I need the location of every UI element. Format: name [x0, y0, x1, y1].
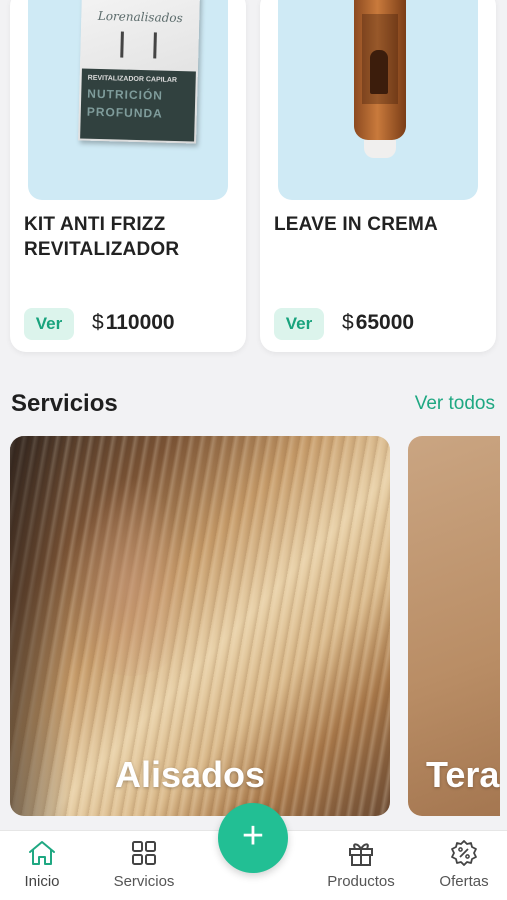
currency-symbol: $	[92, 311, 104, 334]
gift-icon	[349, 843, 373, 866]
currency-symbol: $	[342, 311, 354, 334]
view-button[interactable]: Ver	[24, 308, 74, 340]
add-button[interactable]: +	[218, 803, 288, 873]
product-price: $110000	[92, 311, 175, 335]
home-icon	[29, 841, 55, 865]
nav-item-productos[interactable]: Productos	[318, 831, 404, 900]
service-label: Alisados	[115, 754, 266, 795]
product-image: Lorenalisados REVITALIZADOR CAPILAR NUTR…	[28, 0, 228, 200]
product-price: $65000	[342, 311, 414, 335]
product-title: KIT ANTI FRIZZ REVITALIZADOR	[24, 214, 180, 260]
plus-icon: +	[241, 815, 265, 857]
service-label: Tera	[426, 754, 500, 795]
nav-label: Productos	[327, 873, 395, 890]
product-brand-text: Lorenalisados	[97, 8, 183, 26]
product-line-2: NUTRICIÓN	[87, 86, 164, 103]
nav-item-inicio[interactable]: Inicio	[14, 831, 70, 900]
product-card[interactable]: LEAVE IN CREMA Ver $65000	[260, 0, 496, 352]
product-line-3: PROFUNDA	[86, 104, 163, 121]
nav-label: Inicio	[24, 873, 60, 890]
screen-edge	[500, 0, 507, 830]
section-title: Servicios	[11, 390, 118, 417]
hair-graphic	[120, 31, 157, 59]
product-card[interactable]: Lorenalisados REVITALIZADOR CAPILAR NUTR…	[10, 0, 246, 352]
nav-item-servicios[interactable]: Servicios	[104, 831, 184, 900]
bottle-cap	[364, 140, 396, 158]
nav-label: Ofertas	[439, 873, 489, 890]
service-card-alisados[interactable]: Alisados	[10, 436, 390, 816]
discount-icon	[451, 840, 477, 866]
price-value: 65000	[355, 311, 415, 334]
product-title: LEAVE IN CREMA	[274, 214, 438, 235]
see-all-link[interactable]: Ver todos	[415, 393, 495, 415]
product-line-1: REVITALIZADOR CAPILAR	[87, 74, 178, 84]
grid-icon	[132, 841, 156, 865]
nav-item-ofertas[interactable]: Ofertas	[430, 831, 498, 900]
product-bottle-image	[354, 0, 406, 158]
service-photo	[70, 476, 190, 676]
product-box-image: Lorenalisados REVITALIZADOR CAPILAR NUTR…	[78, 0, 200, 144]
product-image	[278, 0, 478, 200]
nav-label: Servicios	[113, 873, 175, 890]
service-card-tera[interactable]: Tera	[408, 436, 507, 816]
bottle-figure	[370, 50, 388, 94]
price-value: 110000	[105, 311, 175, 334]
product-band: REVITALIZADOR CAPILAR NUTRICIÓN PROFUNDA	[80, 68, 196, 142]
view-button[interactable]: Ver	[274, 308, 324, 340]
